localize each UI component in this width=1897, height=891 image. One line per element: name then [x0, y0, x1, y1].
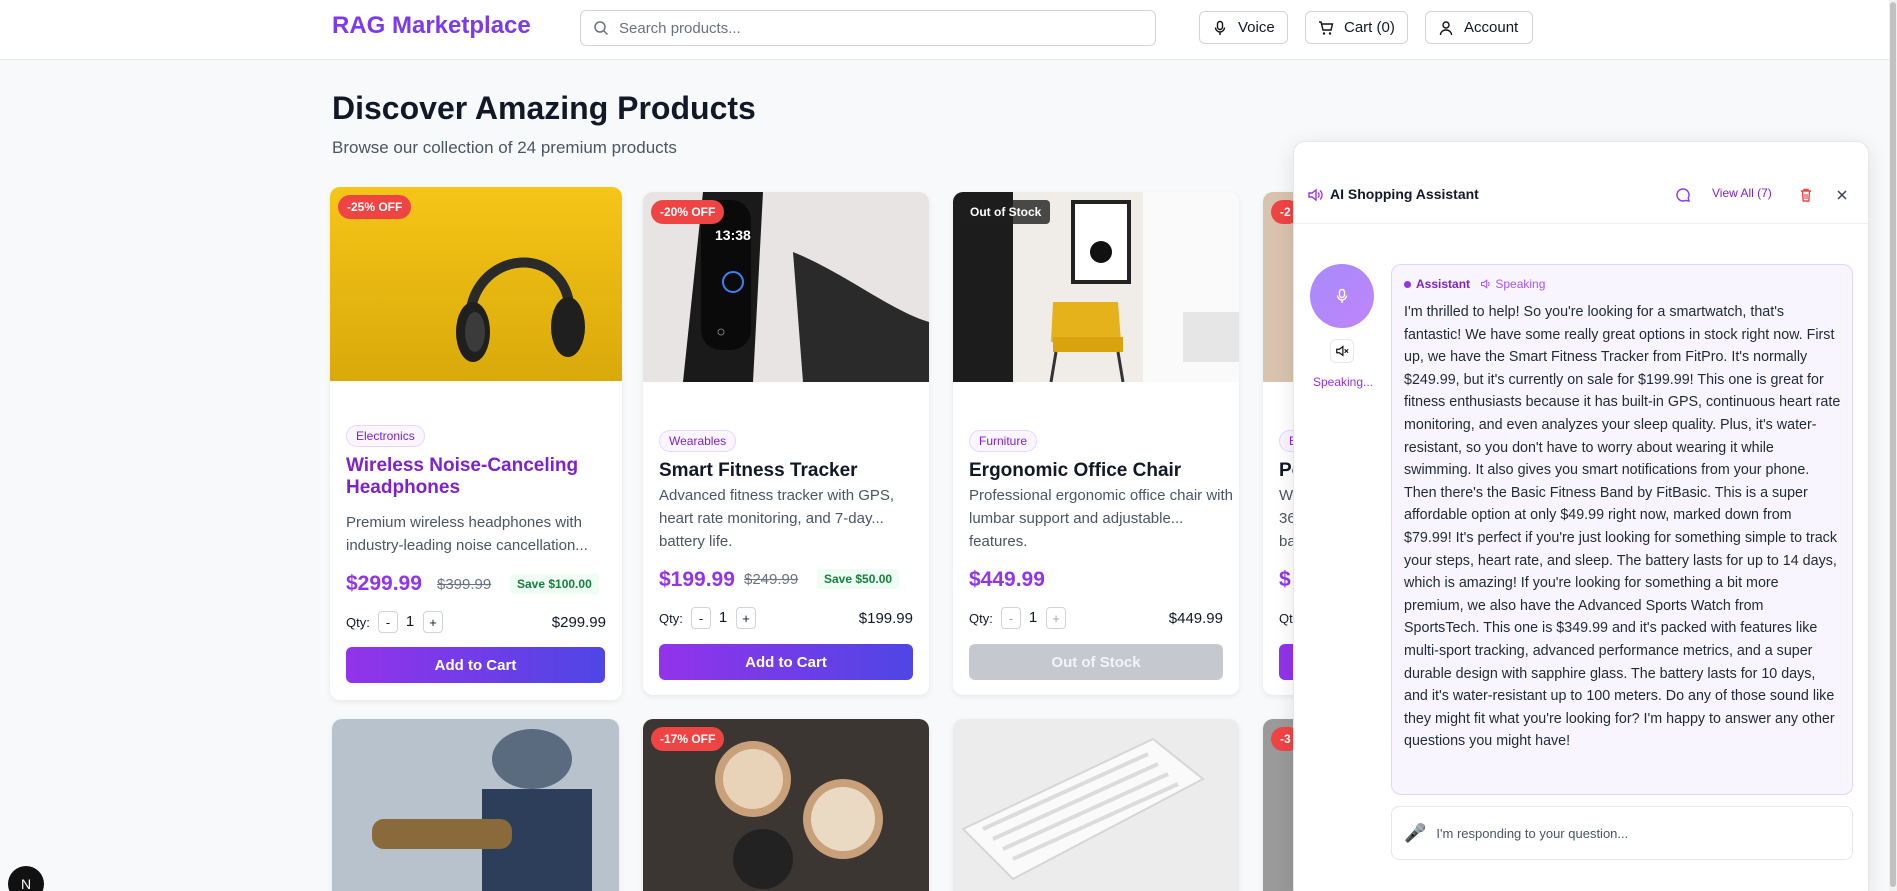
dev-indicator[interactable]: N — [8, 866, 44, 891]
product-name[interactable]: Smart Fitness Tracker — [659, 460, 929, 482]
cart-icon — [1319, 20, 1334, 35]
line-total: $199.99 — [858, 610, 913, 627]
product-image — [332, 719, 619, 891]
qty-decrement-button[interactable]: - — [691, 607, 711, 629]
product-card[interactable] — [953, 719, 1239, 891]
out-of-stock-badge: Out of Stock — [961, 200, 1051, 224]
qty-label: Qty: — [659, 611, 683, 626]
status-dot — [1404, 280, 1411, 288]
category-tag: Wearables — [659, 430, 737, 452]
add-to-cart-button[interactable]: Add to Cart — [659, 644, 913, 680]
view-all-button[interactable]: View All (7) — [1712, 186, 1772, 200]
message-text: I'm thrilled to help! So you're looking … — [1404, 304, 1841, 750]
cart-button[interactable]: Cart (0) — [1305, 11, 1408, 44]
qty-label: Qty: — [346, 615, 370, 630]
keyboard-image — [953, 719, 1239, 891]
save-badge: Save $100.00 — [510, 574, 599, 594]
account-button[interactable]: Account — [1425, 11, 1533, 44]
search-icon — [594, 21, 609, 36]
assistant-title: AI Shopping Assistant — [1330, 186, 1479, 202]
product-price: $199.99 — [659, 568, 735, 591]
product-description: Advanced fitness tracker with GPS, heart… — [659, 487, 895, 550]
qty-label: Qty: — [969, 611, 993, 626]
microphone-icon — [1336, 288, 1348, 303]
qty-decrement-button[interactable]: - — [378, 611, 398, 633]
cart-label: Cart (0) — [1344, 19, 1395, 36]
product-price: $ — [1279, 568, 1291, 591]
speaker-icon — [1480, 279, 1490, 289]
product-card[interactable]: -17% OFF — [643, 719, 929, 891]
qty-decrement-button[interactable]: - — [1001, 607, 1021, 629]
product-card[interactable]: 13:38 -20% OFF Wearables Smart Fitness T… — [643, 192, 929, 695]
voice-mic-button[interactable] — [1310, 264, 1374, 328]
speaking-status: Speaking... — [1312, 375, 1374, 389]
user-icon — [1439, 20, 1453, 35]
microphone-icon: 🎤 — [1404, 822, 1427, 843]
assistant-message: Assistant Speaking I'm thrilled to help!… — [1391, 264, 1853, 795]
role-label: Assistant — [1416, 277, 1471, 291]
product-name[interactable]: Ergonomic Office Chair — [969, 460, 1239, 482]
trash-icon[interactable] — [1798, 187, 1814, 203]
speaker-icon — [1308, 188, 1323, 202]
out-of-stock-button: Out of Stock — [969, 644, 1223, 680]
scrollbar-thumb[interactable] — [1890, 2, 1896, 887]
speaking-tag: Speaking — [1495, 277, 1546, 291]
discount-badge: -25% OFF — [338, 195, 412, 219]
qty-value[interactable]: 1 — [713, 609, 733, 626]
add-to-cart-button[interactable]: Add to Cart — [346, 647, 605, 683]
original-price: $249.99 — [744, 571, 799, 588]
discount-badge: -20% OFF — [651, 200, 725, 224]
category-tag: Electronics — [346, 425, 425, 447]
product-description: Premium wireless headphones with industr… — [346, 514, 588, 554]
brand-logo[interactable]: RAG Marketplace — [332, 12, 531, 40]
voice-label: Voice — [1238, 19, 1275, 36]
page-title: Discover Amazing Products — [332, 90, 756, 126]
product-card[interactable] — [332, 719, 619, 891]
search-box[interactable] — [580, 10, 1156, 46]
speaker-mute-icon — [1336, 345, 1349, 357]
qty-increment-button[interactable]: + — [423, 611, 443, 633]
line-total: $449.99 — [1168, 610, 1223, 627]
speaking-indicator: Speaking — [1480, 277, 1545, 291]
product-price: $449.99 — [969, 568, 1045, 591]
original-price: $399.99 — [437, 576, 492, 593]
reply-placeholder: I'm responding to your question... — [1436, 825, 1629, 841]
qty-value[interactable]: 1 — [400, 613, 420, 630]
chat-bubble-icon[interactable] — [1675, 187, 1691, 203]
reply-input[interactable]: 🎤 I'm responding to your question... — [1391, 806, 1853, 860]
product-card[interactable]: Out of Stock Furniture Ergonomic Office … — [953, 192, 1239, 695]
voice-button[interactable]: Voice — [1199, 11, 1288, 44]
microphone-icon — [1214, 20, 1226, 35]
product-description: Professional ergonomic office chair with… — [969, 487, 1234, 550]
qty-increment-button[interactable]: + — [736, 607, 756, 629]
page-subtitle: Browse our collection of 24 premium prod… — [332, 138, 677, 157]
assistant-header: AI Shopping Assistant View All (7) — [1294, 142, 1868, 224]
close-icon[interactable] — [1834, 187, 1850, 203]
category-tag: Furniture — [969, 430, 1038, 452]
product-price: $299.99 — [346, 572, 422, 595]
qty-label: Qt — [1279, 611, 1293, 626]
qty-increment-button[interactable]: + — [1046, 607, 1066, 629]
line-total: $299.99 — [551, 614, 606, 631]
mute-button[interactable] — [1330, 339, 1354, 363]
top-header: RAG Marketplace Voice Cart (0) Account — [0, 0, 1897, 60]
ai-assistant-panel: AI Shopping Assistant View All (7) Speak… — [1293, 141, 1869, 891]
message-role: Assistant — [1404, 277, 1470, 291]
save-badge: Save $50.00 — [817, 569, 900, 589]
account-label: Account — [1464, 19, 1519, 36]
product-card[interactable]: -25% OFF Electronics Wireless Noise-Canc… — [330, 187, 622, 700]
search-input[interactable] — [619, 19, 1119, 37]
product-name[interactable]: Wireless Noise-Canceling Headphones — [346, 455, 616, 499]
qty-value[interactable]: 1 — [1023, 609, 1043, 626]
svg-text:13:38: 13:38 — [715, 227, 751, 243]
scrollbar[interactable] — [1889, 0, 1897, 891]
discount-badge: -17% OFF — [651, 727, 725, 751]
